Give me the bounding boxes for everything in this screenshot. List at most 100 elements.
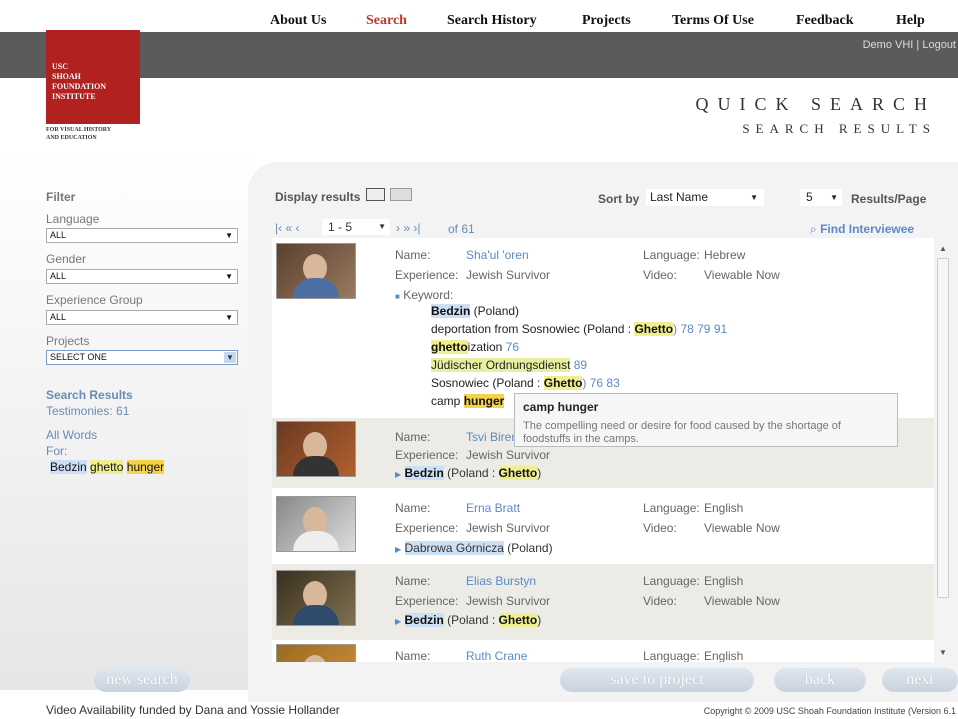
testimony-thumbnail[interactable] (276, 644, 356, 662)
sort-select[interactable]: Last Name ▼ (646, 189, 764, 206)
logo[interactable]: USC SHOAH FOUNDATION INSTITUTE (46, 30, 140, 124)
gender-select-value: ALL (50, 271, 67, 281)
scroll-down-icon[interactable]: ▼ (939, 648, 947, 657)
keyword-text: deportation from Sosnowiec (Poland : (431, 322, 635, 336)
experience-select-value: ALL (50, 312, 67, 322)
experience-label: Experience: (395, 448, 459, 462)
back-button[interactable]: back (774, 668, 866, 692)
search-term: Bedzin (50, 460, 87, 474)
testimony-thumbnail[interactable] (276, 421, 356, 477)
keyword-text: ) (537, 613, 542, 627)
tooltip-title: camp hunger (523, 400, 599, 414)
keyword-term: hunger (463, 394, 505, 408)
logo-line: USC (52, 62, 69, 71)
expand-icon: ▶ (395, 545, 402, 554)
interviewee-name-link[interactable]: Sha'ul 'oren (466, 248, 529, 262)
keyword-item[interactable]: Jüdischer Ordnungsdienst 89 (431, 358, 587, 372)
last-page-icon[interactable]: ›| (413, 221, 420, 235)
results-per-page-label: Results/Page (851, 192, 927, 206)
next-button[interactable]: next (882, 668, 958, 692)
page-range-value: 1 - 5 (328, 220, 353, 234)
keyword-item[interactable]: ghettoization 76 (431, 340, 519, 354)
save-to-project-button[interactable]: save to project (560, 668, 754, 692)
testimony-thumbnail[interactable] (276, 570, 356, 626)
next-group-icon[interactable]: » (403, 221, 410, 235)
nav-search[interactable]: Search (366, 13, 407, 29)
new-search-button[interactable]: new search (94, 668, 190, 692)
nav-about-us[interactable]: About Us (270, 13, 326, 29)
user-name-link[interactable]: Demo VHI (863, 39, 914, 51)
top-nav: About Us Search Search History Projects … (262, 10, 958, 32)
keyword-item[interactable]: deportation from Sosnowiec (Poland : Ghe… (431, 322, 727, 336)
results-per-page-select[interactable]: 5 ▼ (800, 189, 842, 206)
keyword-item[interactable]: Sosnowiec (Poland : Ghetto) 76 83 (431, 376, 620, 390)
segment-numbers: 76 (502, 340, 520, 354)
sort-select-value: Last Name (650, 190, 709, 204)
all-words-label: All Words (46, 428, 98, 442)
nav-feedback[interactable]: Feedback (796, 13, 854, 29)
footer-credit: Video Availability funded by Dana and Yo… (46, 703, 340, 717)
language-label: Language: (643, 574, 700, 588)
interviewee-name-link[interactable]: Erna Bratt (466, 501, 520, 515)
name-label: Name: (395, 574, 431, 588)
testimony-thumbnail[interactable] (276, 496, 356, 552)
find-interviewee-link[interactable]: ⌕ Find Interviewee (810, 222, 914, 237)
prev-page-icon[interactable]: ‹ (296, 221, 300, 235)
keyword-text: camp (431, 394, 464, 408)
segment-numbers: ) 78 79 91 (673, 322, 728, 336)
projects-select-value: SELECT ONE (50, 352, 107, 362)
page-subtitle: SEARCH RESULTS (742, 121, 936, 136)
page-title: QUICK SEARCH (695, 94, 936, 114)
dropdown-arrow-icon: ▼ (750, 193, 758, 202)
nav-terms-of-use[interactable]: Terms Of Use (672, 13, 754, 29)
dropdown-arrow-icon: ▼ (224, 352, 236, 363)
keyword-label: Keyword: (403, 288, 454, 302)
interviewee-name-link[interactable]: Ruth Crane (466, 649, 527, 662)
page-range-select[interactable]: 1 - 5 ▼ (322, 219, 390, 235)
video-status: Viewable Now (704, 521, 780, 535)
experience-group-select[interactable]: ALL ▼ (46, 310, 238, 325)
interviewee-name-link[interactable]: Elias Burstyn (466, 574, 536, 588)
keyword-term: Bedzin (404, 466, 444, 480)
tooltip-body: The compelling need or desire for food c… (523, 420, 841, 445)
result-row: Name: Ruth Crane Language: English (272, 640, 934, 662)
logo-line: FOUNDATION (52, 82, 107, 91)
scrollbar-thumb[interactable] (937, 258, 949, 598)
logo-subtitle-line: FOR VISUAL HISTORY (46, 127, 112, 133)
projects-select[interactable]: SELECT ONE ▼ (46, 350, 238, 365)
logout-link[interactable]: Logout (922, 39, 956, 51)
scroll-up-icon[interactable]: ▲ (939, 244, 947, 253)
per-page-value: 5 (806, 190, 813, 204)
list-view-icon[interactable] (366, 188, 385, 201)
keyword-item[interactable]: camp hunger (431, 394, 505, 408)
keyword-location-row[interactable]: ▶ Dabrowa Górnicza (Poland) (395, 541, 553, 555)
keyword-toggle[interactable]: ■ Keyword: (395, 288, 453, 302)
for-label: For: (46, 444, 68, 458)
keyword-location-row[interactable]: ▶ Bedzin (Poland : Ghetto) (395, 613, 541, 627)
first-page-icon[interactable]: |‹ (275, 221, 282, 235)
language-select[interactable]: ALL ▼ (46, 228, 238, 243)
experience-value: Jewish Survivor (466, 268, 551, 282)
nav-search-history[interactable]: Search History (447, 13, 537, 29)
keyword-item[interactable]: Bedzin (Poland) (431, 304, 519, 318)
keyword-location-row[interactable]: ▶ Bedzin (Poland : Ghetto) (395, 466, 541, 480)
filter-heading: Filter (46, 190, 76, 204)
prev-group-icon[interactable]: « (285, 221, 292, 235)
next-page-icon[interactable]: › (396, 221, 400, 235)
gender-select[interactable]: ALL ▼ (46, 269, 238, 284)
logo-line: SHOAH (52, 72, 81, 81)
keyword-location: (Poland) (470, 304, 520, 318)
dropdown-arrow-icon: ▼ (225, 231, 233, 240)
result-row: Name: Elias Burstyn Language: English Ex… (272, 564, 934, 640)
keyword-tooltip: camp hunger The compelling need or desir… (514, 393, 898, 447)
thumbnail-view-icon[interactable] (390, 188, 412, 201)
testimony-thumbnail[interactable] (276, 243, 356, 299)
dropdown-arrow-icon: ▼ (225, 272, 233, 281)
sort-by-label: Sort by (598, 192, 640, 206)
nav-projects[interactable]: Projects (582, 13, 631, 29)
logo-subtitle: FOR VISUAL HISTORY AND EDUCATION (46, 126, 156, 142)
experience-label: Experience: (395, 268, 459, 282)
keyword-text: ization (467, 340, 503, 354)
collapse-icon: ■ (395, 292, 400, 301)
nav-help[interactable]: Help (896, 13, 925, 29)
